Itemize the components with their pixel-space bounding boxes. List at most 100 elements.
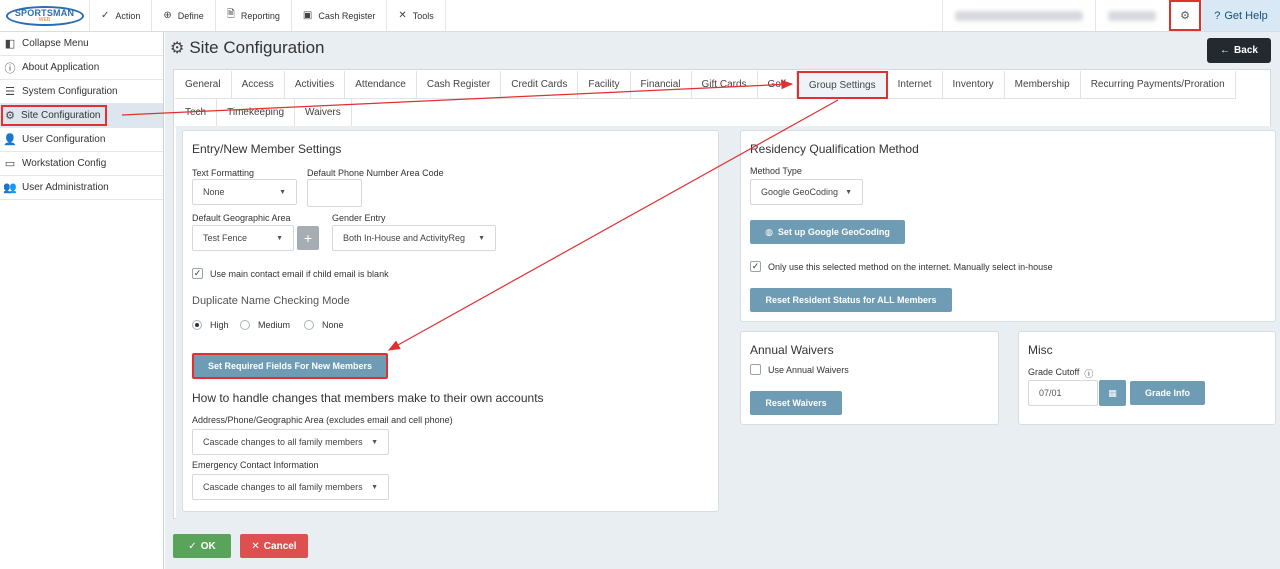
help-circle-icon[interactable]: ⓘ [1084, 367, 1093, 380]
tools-icon: ✕ [398, 10, 407, 21]
dup-radio-medium[interactable] [240, 320, 250, 330]
tab-internet[interactable]: Internet [887, 71, 943, 99]
reset-waivers-button[interactable]: Reset Waivers [750, 391, 842, 415]
main-email-checkbox[interactable]: ✓ [192, 268, 203, 279]
dup-radio-high[interactable] [192, 320, 202, 330]
gears-icon: ⚙ [170, 40, 185, 57]
emergency-contact-select[interactable]: Cascade changes to all family members ▼ [192, 474, 389, 500]
method-type-select[interactable]: Google GeoCoding ▼ [750, 179, 863, 205]
address-change-select[interactable]: Cascade changes to all family members ▼ [192, 429, 389, 455]
tab-waivers[interactable]: Waivers [295, 99, 352, 127]
tab-access[interactable]: Access [231, 71, 285, 99]
calendar-button[interactable]: ▦ [1099, 380, 1126, 406]
tab-row-2: Tech Timekeeping Waivers [175, 99, 1265, 127]
tab-membership[interactable]: Membership [1004, 71, 1081, 99]
caret-down-icon: ▼ [371, 483, 378, 491]
set-required-fields-button[interactable]: Set Required Fields For New Members [192, 353, 388, 379]
annual-waivers-checkbox[interactable] [750, 364, 761, 375]
nav-action[interactable]: ✓ Action [90, 0, 153, 31]
config-panel: General Access Activities Attendance Cas… [173, 69, 1276, 520]
changes-title: How to handle changes that members make … [192, 391, 544, 405]
nav-cash-register[interactable]: ▣ Cash Register [292, 0, 388, 31]
cash-register-icon: ▣ [302, 10, 313, 21]
nav-tools[interactable]: ✕ Tools [387, 0, 446, 31]
setup-geocoding-button[interactable]: ◍ Set up Google GeoCoding [750, 220, 905, 244]
nav-action-label: Action [115, 10, 141, 21]
tab-cash-register[interactable]: Cash Register [416, 71, 502, 99]
dup-radio-none[interactable] [304, 320, 314, 330]
method-type-label: Method Type [750, 166, 802, 176]
back-button[interactable]: ← Back [1207, 38, 1271, 63]
main-email-checkbox-label: Use main contact email if child email is… [210, 269, 389, 279]
text-formatting-value: None [203, 187, 225, 197]
blurred-user-info[interactable] [1095, 0, 1168, 31]
sidebar-item-about-application[interactable]: ⓘ About Application [0, 56, 163, 80]
sidebar-item-collapse-menu[interactable]: ◧ Collapse Menu [0, 32, 163, 56]
tab-timekeeping[interactable]: Timekeeping [217, 99, 296, 127]
nav-define[interactable]: ⊕ Define [152, 0, 216, 31]
sidebar-item-label: System Configuration [22, 86, 118, 97]
tab-recurring-payments[interactable]: Recurring Payments/Proration [1080, 71, 1236, 99]
app-logo[interactable]: SPORTSMAN WEB [0, 0, 90, 31]
cancel-button[interactable]: ✕ Cancel [240, 534, 308, 558]
tab-activities[interactable]: Activities [284, 71, 346, 99]
top-bar: SPORTSMAN WEB ✓ Action ⊕ Define 🗎 Report… [0, 0, 1280, 32]
tab-gift-cards[interactable]: Gift Cards [691, 71, 758, 99]
grade-info-button[interactable]: Grade Info [1130, 381, 1205, 405]
sidebar-item-user-configuration[interactable]: 👤 User Configuration [0, 128, 163, 152]
nav-reporting[interactable]: 🗎 Reporting [216, 0, 292, 31]
sidebar-item-system-configuration[interactable]: ☰ System Configuration [0, 80, 163, 104]
tab-golf[interactable]: Golf [757, 71, 797, 99]
add-geo-area-button[interactable]: + [297, 226, 319, 250]
reset-resident-status-button[interactable]: Reset Resident Status for ALL Members [750, 288, 952, 312]
phone-area-input[interactable] [307, 179, 362, 207]
tab-tech[interactable]: Tech [175, 99, 218, 127]
tab-inventory[interactable]: Inventory [942, 71, 1005, 99]
geo-area-select[interactable]: Test Fence ▼ [192, 225, 294, 251]
main-area: ⚙ Site Configuration ← Back General Acce… [165, 32, 1280, 569]
tab-credit-cards[interactable]: Credit Cards [501, 71, 579, 99]
info-icon: ⓘ [4, 62, 16, 75]
tab-group-settings[interactable]: Group Settings [796, 71, 888, 99]
method-type-value: Google GeoCoding [761, 187, 839, 197]
dup-check-title: Duplicate Name Checking Mode [192, 295, 350, 307]
internet-only-checkbox[interactable]: ✓ [750, 261, 761, 272]
close-icon: ✕ [251, 540, 260, 552]
sidebar-item-user-administration[interactable]: 👥 User Administration [0, 176, 163, 200]
text-formatting-label: Text Formatting [192, 168, 255, 178]
tab-facility[interactable]: Facility [578, 71, 631, 99]
ok-label: OK [200, 540, 216, 552]
sidebar-item-site-configuration[interactable]: ⚙ Site Configuration [0, 104, 163, 128]
get-help-button[interactable]: ? Get Help [1202, 0, 1280, 31]
sidebar: ◧ Collapse Menu ⓘ About Application ☰ Sy… [0, 32, 164, 569]
user-gear-icon: 👤 [3, 134, 17, 146]
misc-card: Misc Grade Cutoff ⓘ 07/01 ▦ Grade Info [1018, 331, 1276, 425]
caret-down-icon: ▼ [276, 234, 283, 242]
blurred-account-info [942, 0, 1095, 31]
calendar-icon: ▦ [1108, 387, 1117, 398]
entry-settings-title: Entry/New Member Settings [192, 142, 342, 156]
help-icon: ? [1214, 9, 1221, 22]
nav-reporting-label: Reporting [240, 10, 280, 21]
sidebar-item-label: Site Configuration [21, 110, 101, 121]
sidebar-item-workstation-config[interactable]: ▭ Workstation Config [0, 152, 163, 176]
nav-cash-register-label: Cash Register [318, 10, 376, 21]
tab-content: Entry/New Member Settings Text Formattin… [176, 126, 1276, 520]
sidebar-item-label: Workstation Config [22, 158, 107, 169]
grade-cutoff-label-row: Grade Cutoff ⓘ [1028, 367, 1093, 380]
site-configuration-highlight: ⚙ Site Configuration [1, 105, 107, 126]
emergency-contact-value: Cascade changes to all family members [203, 482, 363, 492]
sidebar-item-label: User Administration [22, 182, 109, 193]
geo-area-value: Test Fence [203, 233, 248, 243]
tab-row-1: General Access Activities Attendance Cas… [175, 71, 1265, 99]
text-formatting-select[interactable]: None ▼ [192, 179, 297, 205]
ok-button[interactable]: ✓ OK [173, 534, 231, 558]
page-title-row: ⚙ Site Configuration [170, 38, 324, 58]
tab-general[interactable]: General [175, 71, 232, 99]
tab-attendance[interactable]: Attendance [345, 71, 417, 99]
setup-geocoding-label: Set up Google GeoCoding [777, 227, 890, 237]
tab-financial[interactable]: Financial [630, 71, 692, 99]
settings-gear-button[interactable]: ⚙ [1169, 0, 1201, 31]
grade-cutoff-input[interactable]: 07/01 [1028, 380, 1098, 406]
gender-entry-select[interactable]: Both In-House and ActivityReg ▼ [332, 225, 496, 251]
